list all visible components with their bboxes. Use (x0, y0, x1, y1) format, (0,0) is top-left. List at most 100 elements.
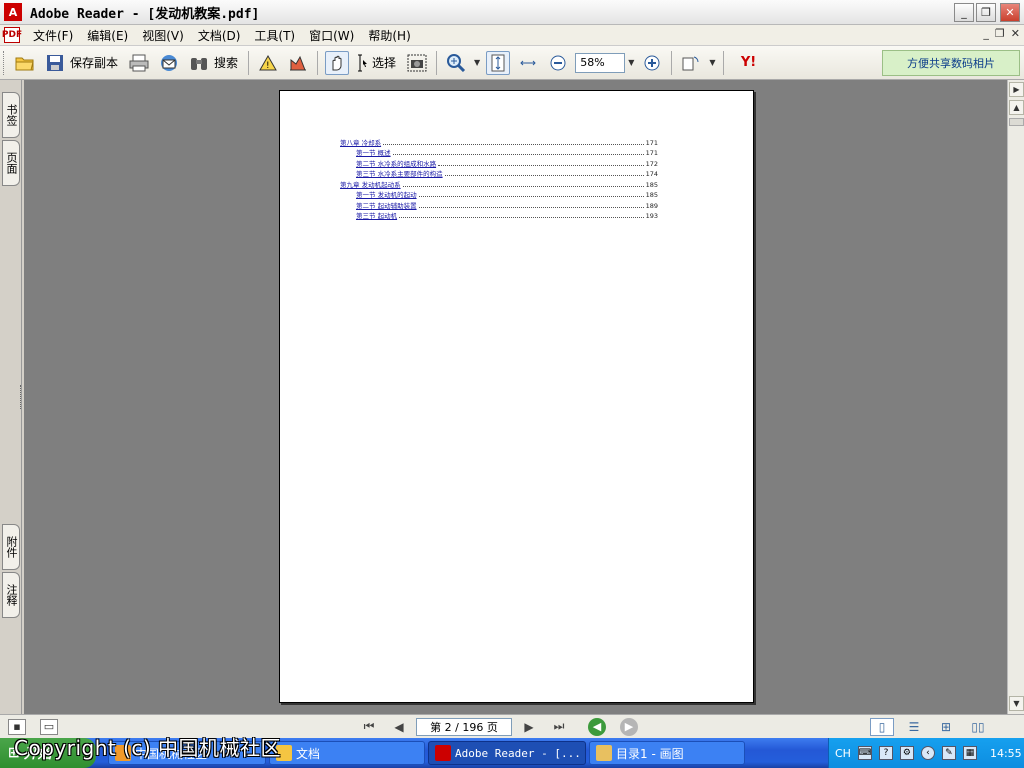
toc-entry-label[interactable]: 第一节 发动机的起动 (356, 189, 417, 199)
toc-entry-label[interactable]: 第二节 起动辅助装置 (356, 200, 417, 210)
toc-entry[interactable]: 第一节 概述 171 (340, 147, 658, 157)
notes-icon[interactable]: ✎ (941, 746, 956, 760)
facing-layout-icon[interactable]: ⊞ (934, 718, 958, 736)
toc-entry-label[interactable]: 第二节 水冷系的组成和水路 (356, 158, 436, 168)
scrollbar-thumb[interactable] (1009, 118, 1024, 126)
menu-document[interactable]: 文档(D) (191, 27, 248, 44)
browser-icon (115, 745, 131, 761)
save-copy-label[interactable]: 保存副本 (70, 54, 118, 71)
toc-entry-page: 185 (645, 191, 658, 199)
expand-tray-icon[interactable]: ‹ (920, 746, 935, 760)
chevron-down-icon[interactable]: ▼ (628, 58, 634, 67)
fit-width-icon[interactable] (516, 51, 540, 75)
continuous-layout-icon[interactable]: ☰ (902, 718, 926, 736)
taskbar-item-forum[interactable]: 中国机械社区 (108, 741, 266, 765)
promo-share-photos-button[interactable]: 方便共享数码相片 (882, 50, 1020, 76)
document-area[interactable]: 第八章 冷却系 171 第一节 概述 171 第二节 水冷系的组成和水路 172 第三节 水… (24, 80, 1007, 714)
toc-entry[interactable]: 第二节 起动辅助装置 189 (340, 199, 658, 210)
page-number-input[interactable]: 第 2 / 196 页 (416, 717, 512, 736)
toolbar-grip[interactable] (3, 50, 7, 75)
close-button[interactable]: ✕ (1000, 3, 1020, 22)
toc-entry-label[interactable]: 第三节 起动机 (356, 210, 397, 220)
zoom-in-magnifier-icon[interactable] (444, 51, 468, 75)
scroll-up-icon[interactable]: ▲ (1009, 100, 1024, 115)
menu-edit[interactable]: 编辑(E) (80, 27, 135, 44)
go-back-icon[interactable]: ◀ (588, 717, 606, 736)
toc-entry-label[interactable]: 第三节 水冷系主要部件的构造 (356, 168, 443, 178)
show-nav-pane-icon[interactable]: ▪ (8, 718, 26, 735)
snapshot-camera-icon[interactable] (405, 51, 429, 75)
help-icon[interactable]: ? (878, 746, 893, 760)
last-page-icon[interactable]: ⏭ (548, 718, 570, 736)
minimize-button[interactable]: _ (954, 3, 974, 22)
open-folder-icon[interactable] (13, 51, 37, 75)
doc-close-button[interactable]: ✕ (1011, 27, 1020, 40)
ime-settings-icon[interactable]: ⚙ (899, 746, 914, 760)
tab-attachments[interactable]: 附件 (2, 524, 20, 570)
select-text-cursor-icon[interactable] (355, 51, 369, 75)
next-page-icon[interactable]: ▶ (518, 718, 540, 736)
clock[interactable]: 14:55 (990, 747, 1022, 760)
nav-pane-resize-handle[interactable] (20, 385, 23, 409)
sign-triangle-icon[interactable]: ! (256, 51, 280, 75)
toc-entry-label[interactable]: 第九章 发动机起动系 (340, 179, 401, 189)
tab-comments[interactable]: 注释 (2, 572, 20, 618)
title-bar: A Adobe Reader - [发动机教案.pdf] _ ❐ ✕ (0, 0, 1024, 25)
toc-entry-label[interactable]: 第一节 概述 (356, 147, 391, 157)
tab-pages[interactable]: 页面 (2, 140, 20, 186)
email-icon[interactable] (157, 51, 181, 75)
language-indicator[interactable]: CH (835, 747, 851, 760)
binoculars-search-icon[interactable] (187, 51, 211, 75)
doc-minimize-button[interactable]: _ (983, 27, 989, 40)
toc-entry-label[interactable]: 第八章 冷却系 (340, 137, 381, 147)
toc-entry[interactable]: 第八章 冷却系 171 (340, 136, 658, 147)
yahoo-logo-icon[interactable]: Y! (731, 51, 767, 75)
toc-leader-dots (402, 185, 644, 187)
page-properties-icon[interactable]: ▭ (40, 718, 58, 735)
adobe-reader-icon[interactable]: A (4, 3, 22, 21)
toc-entry[interactable]: 第一节 发动机的起动 185 (340, 189, 658, 199)
pdf-document-icon[interactable]: PDF (2, 27, 22, 43)
page-nav-arrow-icon[interactable]: ▶ (1009, 82, 1024, 97)
hand-tool-icon[interactable] (325, 50, 350, 75)
go-forward-icon[interactable]: ▶ (620, 717, 638, 736)
zoom-in-icon[interactable] (640, 51, 664, 75)
select-label[interactable]: 选择 (372, 54, 396, 71)
scroll-down-icon[interactable]: ▼ (1009, 696, 1024, 711)
taskbar-item-paint[interactable]: 目录1 - 画图 (589, 741, 745, 765)
start-button[interactable]: ⊞ 开始 (0, 738, 96, 768)
menu-view[interactable]: 视图(V) (135, 27, 191, 44)
save-disk-icon[interactable] (43, 51, 67, 75)
fit-page-icon[interactable] (486, 50, 511, 75)
toc-entry[interactable]: 第九章 发动机起动系 185 (340, 178, 658, 189)
continuous-facing-layout-icon[interactable]: ▯▯ (966, 718, 990, 736)
chevron-down-icon[interactable]: ▼ (474, 58, 480, 67)
rotate-page-icon[interactable] (679, 51, 703, 75)
toc-entry[interactable]: 第二节 水冷系的组成和水路 172 (340, 157, 658, 168)
pdf-page[interactable]: 第八章 冷却系 171 第一节 概述 171 第二节 水冷系的组成和水路 172 第三节 水… (279, 90, 754, 703)
menu-tools[interactable]: 工具(T) (247, 27, 302, 44)
keyboard-icon[interactable]: ⌨ (857, 746, 872, 760)
first-page-icon[interactable]: ⏮ (358, 718, 380, 736)
chart-review-icon[interactable] (286, 51, 310, 75)
chevron-down-icon[interactable]: ▼ (709, 58, 715, 67)
print-icon[interactable] (127, 51, 151, 75)
zoom-level-input[interactable]: 58% (575, 52, 626, 73)
menu-window[interactable]: 窗口(W) (302, 27, 361, 44)
toc-entry[interactable]: 第三节 起动机 193 (340, 210, 658, 220)
network-icon[interactable]: ▦ (962, 746, 977, 760)
zoom-out-icon[interactable] (546, 51, 570, 75)
doc-restore-button[interactable]: ❐ (995, 27, 1005, 40)
restore-button[interactable]: ❐ (976, 3, 996, 22)
search-label[interactable]: 搜索 (214, 54, 238, 71)
navigation-pane: 书签 页面 附件 注释 (0, 80, 22, 714)
taskbar-item-documents[interactable]: 文档 (269, 741, 425, 765)
taskbar-item-adobe-reader[interactable]: Adobe Reader - [... (428, 741, 586, 765)
single-page-layout-icon[interactable]: ▯ (870, 717, 894, 736)
menu-help[interactable]: 帮助(H) (361, 27, 417, 44)
tab-bookmarks[interactable]: 书签 (2, 92, 20, 138)
previous-page-icon[interactable]: ◀ (388, 718, 410, 736)
menu-file[interactable]: 文件(F) (26, 27, 80, 44)
vertical-scrollbar[interactable]: ▶ ▲ ▼ (1007, 80, 1024, 714)
toc-entry[interactable]: 第三节 水冷系主要部件的构造 174 (340, 168, 658, 178)
